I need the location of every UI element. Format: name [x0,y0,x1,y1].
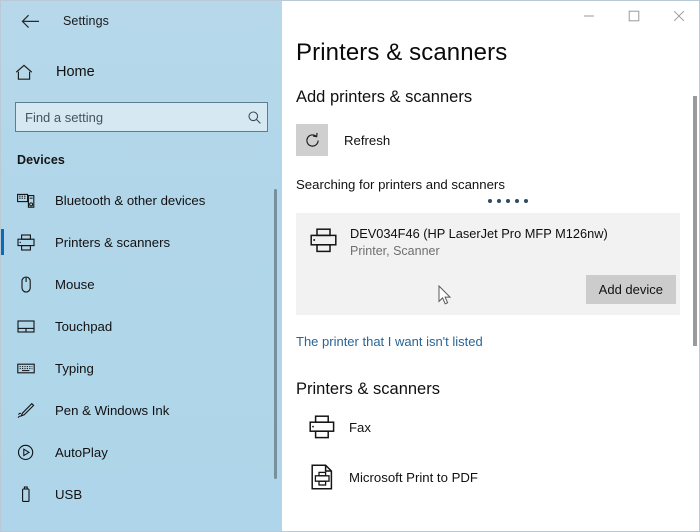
main-inner: Printers & scanners Add printers & scann… [282,1,700,499]
sidebar-item-mouse[interactable]: Mouse [1,263,282,305]
sidebar-nav-list: Bluetooth & other devices Printers & sca… [1,179,282,515]
sidebar-group-title: Devices [17,153,282,167]
progress-dot [488,199,492,203]
printer-icon [17,234,43,251]
add-device-button[interactable]: Add device [586,275,676,304]
refresh-label: Refresh [344,133,390,148]
sidebar-item-label: Bluetooth & other devices [55,193,205,208]
sidebar-item-usb[interactable]: USB [1,473,282,515]
settings-window: Settings Home Devices [0,0,700,532]
maximize-icon[interactable] [611,1,656,31]
sidebar-item-label: Touchpad [55,319,112,334]
search-input[interactable] [16,103,241,131]
device-list-item-fax[interactable]: Fax [296,405,700,449]
minimize-icon[interactable] [566,1,611,31]
home-icon [15,64,43,81]
found-device-name: DEV034F46 (HP LaserJet Pro MFP M126nw) [350,226,608,241]
sidebar-item-typing[interactable]: Typing [1,347,282,389]
found-device-subtitle: Printer, Scanner [350,244,608,258]
pen-icon [17,402,43,419]
sidebar-item-autoplay[interactable]: AutoPlay [1,431,282,473]
home-label: Home [56,64,95,80]
sidebar-item-label: Mouse [55,277,95,292]
add-printers-heading: Add printers & scanners [296,88,700,107]
printer-icon [306,226,340,260]
keyboard-icon [17,362,43,375]
main-scrollbar-thumb[interactable] [693,96,697,346]
refresh-button[interactable]: Refresh [296,124,700,156]
progress-dot [506,199,510,203]
printer-not-listed-link[interactable]: The printer that I want isn't listed [296,334,700,349]
search-box[interactable] [15,102,268,132]
sidebar: Settings Home Devices [1,1,282,532]
progress-dot [524,199,528,203]
sidebar-item-label: Typing [55,361,94,376]
found-device-card[interactable]: DEV034F46 (HP LaserJet Pro MFP M126nw) P… [296,213,680,315]
search-icon[interactable] [241,103,267,131]
printers-scanners-heading: Printers & scanners [296,380,700,399]
window-title: Settings [63,14,109,28]
sidebar-item-printers-scanners[interactable]: Printers & scanners [1,221,282,263]
sidebar-item-touchpad[interactable]: Touchpad [1,305,282,347]
page-title: Printers & scanners [296,39,700,67]
usb-icon [17,486,43,503]
main-content: Printers & scanners Add printers & scann… [282,1,700,532]
back-arrow-icon[interactable] [15,7,45,35]
progress-dot [497,199,501,203]
found-device-text: DEV034F46 (HP LaserJet Pro MFP M126nw) P… [350,226,608,258]
sidebar-item-label: USB [55,487,82,502]
sidebar-item-label: AutoPlay [55,445,108,460]
device-list-item-microsoft-print-to-pdf[interactable]: Microsoft Print to PDF [296,455,700,499]
device-label: Fax [349,420,371,435]
autoplay-icon [17,444,43,461]
fax-printer-icon [306,411,338,443]
sidebar-item-pen-windows-ink[interactable]: Pen & Windows Ink [1,389,282,431]
device-label: Microsoft Print to PDF [349,470,478,485]
sidebar-item-home[interactable]: Home [1,55,282,89]
found-device-info: DEV034F46 (HP LaserJet Pro MFP M126nw) P… [296,226,680,260]
bluetooth-devices-icon [17,193,43,208]
progress-dot [515,199,519,203]
mouse-icon [17,276,43,293]
refresh-icon [296,124,328,156]
touchpad-icon [17,319,43,334]
sidebar-item-label: Printers & scanners [55,235,170,250]
searching-status-text: Searching for printers and scanners [296,177,700,192]
window-controls [566,1,700,31]
print-to-pdf-icon [306,461,338,493]
sidebar-item-bluetooth-other-devices[interactable]: Bluetooth & other devices [1,179,282,221]
sidebar-item-label: Pen & Windows Ink [55,403,169,418]
sidebar-scrollbar[interactable] [274,189,277,479]
sidebar-titlebar: Settings [1,1,282,41]
progress-dots [488,199,700,203]
